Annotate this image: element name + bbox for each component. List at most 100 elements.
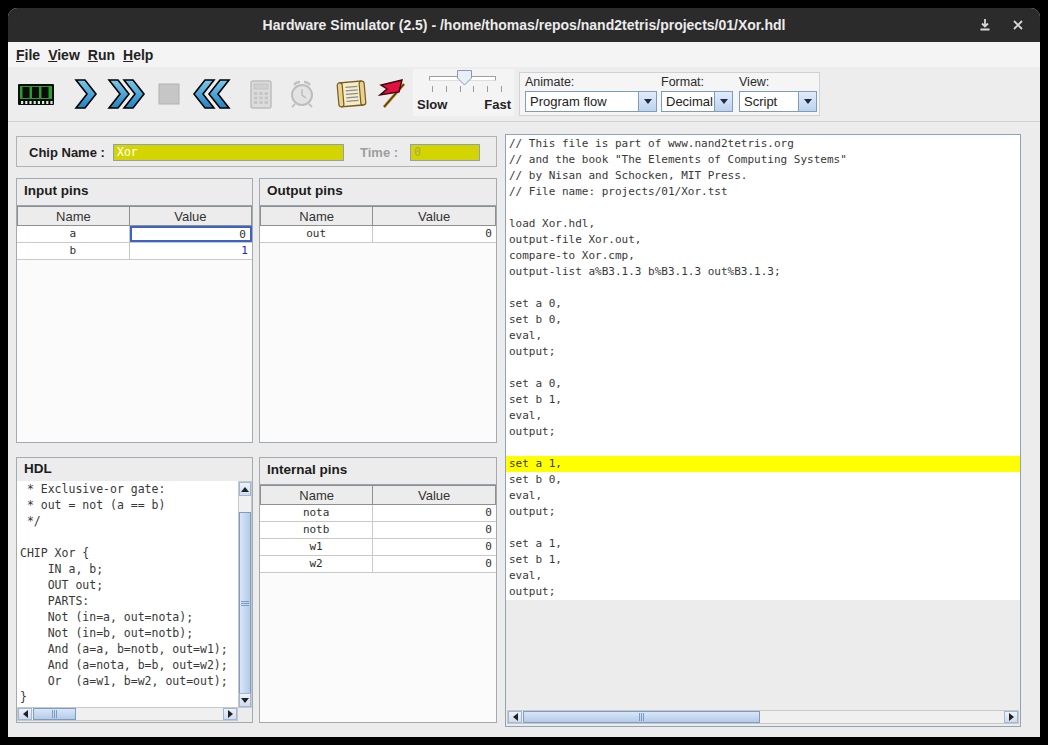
- hdl-code[interactable]: * Exclusive-or gate: * out = not (a == b…: [17, 481, 238, 708]
- code-line: output-file Xor.out,: [509, 232, 1020, 248]
- menu-item-run[interactable]: Run: [84, 47, 119, 63]
- code-line: * Exclusive-or gate:: [20, 481, 238, 497]
- toolbar: Slow Fast Animate: Program flow Format: …: [8, 67, 1040, 122]
- run-icon: [107, 77, 147, 111]
- code-line: set b 0,: [509, 472, 1020, 488]
- chip-name-field[interactable]: Xor: [113, 144, 344, 161]
- code-line: set b 0,: [509, 312, 1020, 328]
- code-line: PARTS:: [20, 593, 238, 609]
- pin-value[interactable]: 1: [130, 243, 252, 259]
- chip-icon: [16, 76, 56, 112]
- clock-icon: [284, 76, 320, 112]
- scroll-right-button[interactable]: [223, 708, 237, 720]
- pin-name: b: [17, 243, 130, 259]
- code-line: And (a=a, b=notb, out=w1);: [20, 641, 238, 657]
- code-line: set b 1,: [509, 552, 1020, 568]
- close-icon[interactable]: [1012, 19, 1024, 31]
- script-panel: // This file is part of www.nand2tetris.…: [505, 134, 1021, 727]
- hdl-panel: HDL * Exclusive-or gate: * out = not (a …: [16, 457, 253, 723]
- pin-value[interactable]: 0: [373, 505, 496, 521]
- clock-button[interactable]: [282, 74, 322, 114]
- hdl-vertical-scrollbar[interactable]: [238, 481, 252, 708]
- code-line: }: [20, 689, 238, 705]
- code-line: set a 0,: [509, 376, 1020, 392]
- code-line: // File name: projects/01/Xor.tst: [509, 184, 1020, 200]
- code-line: compare-to Xor.cmp,: [509, 248, 1020, 264]
- code-line: [509, 440, 1020, 456]
- pin-value[interactable]: 0: [373, 556, 496, 572]
- pin-value[interactable]: 0: [373, 539, 496, 555]
- load-chip-button[interactable]: [16, 74, 56, 114]
- chevron-down-icon[interactable]: [714, 92, 732, 111]
- code-line: [20, 529, 238, 545]
- menu-item-view[interactable]: View: [44, 47, 84, 63]
- scroll-right-button[interactable]: [1004, 711, 1018, 723]
- code-line: // by Nisan and Schocken, MIT Press.: [509, 168, 1020, 184]
- code-line: Or (a=w1, b=w2, out=out);: [20, 673, 238, 689]
- view-select[interactable]: Script: [739, 91, 817, 112]
- code-line: set b 1,: [509, 392, 1020, 408]
- rewind-icon: [191, 77, 231, 111]
- hdl-horizontal-scrollbar[interactable]: [17, 707, 238, 721]
- code-line: */: [20, 513, 238, 529]
- internal-pins-panel: Internal pins NameValuenota0notb0w10w20: [259, 457, 497, 723]
- scroll-down-button[interactable]: [239, 693, 251, 707]
- chevron-down-icon[interactable]: [798, 92, 816, 111]
- title-bar[interactable]: Hardware Simulator (2.5) - /home/thomas/…: [8, 8, 1040, 42]
- scroll-left-button[interactable]: [18, 708, 32, 720]
- pin-value[interactable]: 0: [373, 522, 496, 538]
- table-header-row: NameValue: [17, 206, 252, 226]
- slider-thumb[interactable]: [457, 70, 472, 86]
- view-script-button[interactable]: [331, 74, 371, 114]
- code-line: eval,: [509, 568, 1020, 584]
- pin-row-w2: w20: [260, 556, 496, 573]
- single-step-button[interactable]: [65, 74, 105, 114]
- pin-name: a: [17, 226, 130, 242]
- time-field: 0: [410, 144, 480, 161]
- run-button[interactable]: [107, 74, 147, 114]
- speed-slider[interactable]: Slow Fast: [413, 69, 514, 116]
- view-label: View:: [739, 75, 817, 89]
- scroll-up-button[interactable]: [239, 482, 251, 496]
- script-hscroll-thumb[interactable]: [523, 711, 760, 723]
- pin-row-notb: notb0: [260, 522, 496, 539]
- code-line: [509, 360, 1020, 376]
- step-icon: [69, 77, 101, 111]
- format-select[interactable]: Decimal: [661, 91, 733, 112]
- time-label: Time :: [360, 145, 398, 160]
- menu-bar: FileViewRunHelp: [8, 42, 1040, 67]
- input-pins-table: NameValuea0b1: [17, 205, 252, 442]
- pin-row-nota: nota0: [260, 505, 496, 522]
- menu-item-file[interactable]: File: [12, 47, 44, 63]
- script-code[interactable]: // This file is part of www.nand2tetris.…: [506, 135, 1020, 600]
- breakpoints-button[interactable]: [373, 74, 413, 114]
- animate-select[interactable]: Program flow: [525, 91, 657, 112]
- pin-value[interactable]: 0: [373, 226, 496, 242]
- hdl-vscroll-thumb[interactable]: [239, 512, 251, 694]
- code-line: set a 1,: [506, 456, 1020, 472]
- script-horizontal-scrollbar[interactable]: [507, 710, 1019, 724]
- code-line: output;: [509, 424, 1020, 440]
- code-line: eval,: [509, 488, 1020, 504]
- pin-row-w1: w10: [260, 539, 496, 556]
- code-line: [509, 280, 1020, 296]
- code-line: output;: [509, 344, 1020, 360]
- pin-name: w2: [260, 556, 373, 572]
- minimize-icon[interactable]: [978, 18, 992, 32]
- pin-value[interactable]: 0: [130, 226, 252, 242]
- window-title: Hardware Simulator (2.5) - /home/thomas/…: [263, 17, 786, 33]
- pin-row-out: out0: [260, 226, 496, 243]
- code-line: [509, 200, 1020, 216]
- scroll-left-button[interactable]: [508, 711, 522, 723]
- internal-pins-table: NameValuenota0notb0w10w20: [260, 484, 496, 722]
- hdl-hscroll-thumb[interactable]: [33, 708, 76, 720]
- menu-item-help[interactable]: Help: [119, 47, 157, 63]
- chevron-down-icon[interactable]: [638, 92, 656, 111]
- pin-name: notb: [260, 522, 373, 538]
- calculator-button[interactable]: [240, 74, 280, 114]
- rewind-button[interactable]: [191, 74, 231, 114]
- output-pins-panel: Output pins NameValueout0: [259, 178, 497, 443]
- code-line: eval,: [509, 408, 1020, 424]
- stop-button[interactable]: [149, 74, 189, 114]
- slider-slow-label: Slow: [417, 97, 447, 112]
